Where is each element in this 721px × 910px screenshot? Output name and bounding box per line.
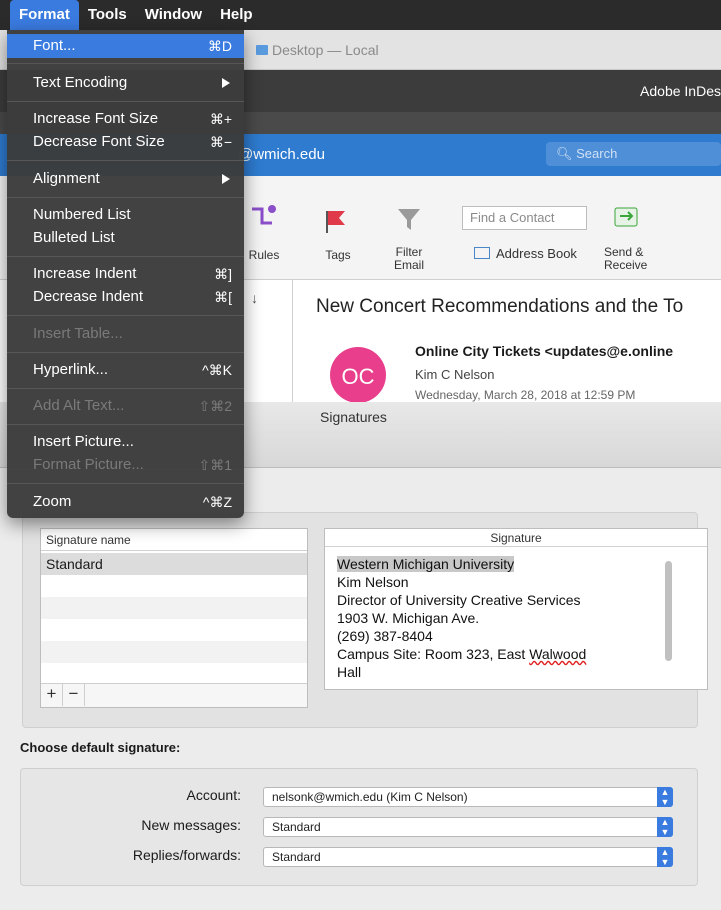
account-select[interactable]: nelsonk@wmich.edu (Kim C Nelson) ▲ ▼ — [263, 787, 673, 807]
chevron-updown-icon: ▲ ▼ — [657, 787, 673, 807]
search-icon: 🔍︎ — [556, 146, 577, 161]
menu-separator — [7, 63, 244, 64]
menu-item-text-encoding[interactable]: Text Encoding — [7, 71, 244, 95]
message-recipient: Kim C Nelson — [415, 367, 495, 382]
menu-item-decrease-font-size[interactable]: Decrease Font Size ⌘− — [7, 130, 244, 154]
menu-separator — [7, 424, 244, 425]
account-label: Account: — [186, 787, 241, 803]
menu-item-increase-font-size[interactable]: Increase Font Size ⌘+ — [7, 107, 244, 131]
rules-icon — [252, 205, 276, 225]
address-book-icon — [474, 247, 490, 259]
signature-line: Campus Site: Room 323, East — [337, 646, 530, 662]
window-title: Signatures — [320, 409, 387, 425]
menu-item-zoom[interactable]: Zoom ^⌘Z — [7, 490, 244, 514]
signature-line: Western Michigan University — [337, 556, 515, 572]
menu-separator — [7, 352, 244, 353]
signature-line: 1903 W. Michigan Ave. — [337, 610, 480, 626]
signature-text[interactable]: Western Michigan University Kim Nelson D… — [337, 555, 667, 681]
default-signature-panel: Account: nelsonk@wmich.edu (Kim C Nelson… — [20, 768, 698, 886]
signature-name-list[interactable]: Signature name Standard + − — [40, 528, 308, 708]
message-subject: New Concert Recommendations and the To — [316, 296, 684, 317]
new-messages-select[interactable]: Standard ▲ ▼ — [263, 817, 673, 837]
list-row-empty — [41, 575, 307, 597]
menu-item-increase-indent[interactable]: Increase Indent ⌘] — [7, 262, 244, 286]
sort-arrow-icon[interactable]: ↓ — [251, 290, 258, 306]
menu-item-insert-table: Insert Table... — [33, 325, 123, 342]
submenu-arrow-icon — [222, 78, 230, 88]
search-input[interactable]: 🔍︎ Search — [546, 142, 721, 166]
folder-icon — [256, 45, 268, 55]
menu-format[interactable]: Format — [10, 0, 79, 30]
signature-header: Signature — [325, 529, 707, 547]
avatar: OC — [330, 347, 386, 403]
menu-help[interactable]: Help — [211, 0, 262, 30]
replies-label: Replies/forwards: — [132, 847, 241, 863]
menu-item-alignment[interactable]: Alignment — [7, 167, 244, 191]
send-receive-icon — [614, 207, 638, 227]
filter-email-button[interactable] — [392, 202, 426, 236]
replies-select[interactable]: Standard ▲ ▼ — [263, 847, 673, 867]
menu-separator — [7, 483, 244, 484]
list-row-empty — [41, 597, 307, 619]
menu-item-font[interactable]: Font... ⌘D — [7, 34, 244, 58]
misspelled-word: Walwood — [529, 646, 587, 662]
remove-signature-button[interactable]: − — [63, 684, 85, 706]
chevron-updown-icon: ▲ ▼ — [657, 847, 673, 867]
menu-separator — [7, 160, 244, 161]
menu-tools[interactable]: Tools — [79, 0, 136, 30]
tags-button[interactable] — [318, 204, 352, 238]
finder-title: Desktop — Local — [256, 42, 379, 58]
signature-line: Hall — [337, 664, 362, 680]
list-buttons: + − — [41, 683, 307, 707]
menu-separator — [7, 101, 244, 102]
address-book-button[interactable]: Address Book — [474, 246, 577, 261]
tags-label: Tags — [325, 248, 351, 262]
menu-separator — [7, 197, 244, 198]
menu-separator — [7, 256, 244, 257]
rules-button[interactable] — [246, 200, 280, 234]
menu-item-numbered-list[interactable]: Numbered List — [7, 203, 244, 227]
menu-item-bulleted-list[interactable]: Bulleted List — [7, 226, 244, 250]
signature-editor[interactable]: Signature Western Michigan University Ki… — [324, 528, 708, 690]
new-messages-label: New messages: — [141, 817, 241, 833]
account-email: @wmich.edu — [238, 146, 325, 163]
send-receive-label: Send & Receive — [604, 245, 648, 272]
indesign-title: Adobe InDes — [640, 83, 721, 99]
menu-item-add-alt-text: Add Alt Text... ⇧⌘2 — [33, 397, 232, 414]
rules-label: Rules — [248, 248, 280, 262]
find-contact-input[interactable]: Find a Contact — [462, 206, 587, 230]
filter-icon — [398, 209, 420, 230]
message-sender: Online City Tickets <updates@e.online — [415, 343, 674, 359]
menu-window[interactable]: Window — [136, 0, 211, 30]
signature-line: (269) 387-8404 — [337, 628, 433, 644]
format-menu: Font... ⌘D Text Encoding Increase Font Si… — [7, 30, 244, 518]
add-signature-button[interactable]: + — [41, 684, 63, 706]
signature-list-item[interactable]: Standard — [41, 553, 307, 575]
list-row-empty — [41, 619, 307, 641]
submenu-arrow-icon — [222, 174, 230, 184]
send-receive-button[interactable] — [610, 200, 644, 234]
filter-email-label: Filter Email — [393, 245, 424, 272]
list-row-empty — [41, 641, 307, 663]
signature-name-header: Signature name — [41, 529, 307, 551]
menu-bar: Format Tools Window Help — [0, 0, 721, 30]
scrollbar[interactable] — [665, 561, 672, 661]
menu-item-format-picture: Format Picture... ⇧⌘1 — [33, 456, 232, 473]
signature-line: Kim Nelson — [337, 574, 409, 590]
chevron-updown-icon: ▲ ▼ — [657, 817, 673, 837]
menu-item-decrease-indent[interactable]: Decrease Indent ⌘[ — [7, 285, 244, 309]
menu-separator — [7, 315, 244, 316]
menu-separator — [7, 388, 244, 389]
menu-item-hyperlink[interactable]: Hyperlink... ^⌘K — [7, 358, 244, 382]
choose-default-label: Choose default signature: — [20, 740, 181, 755]
message-datetime: Wednesday, March 28, 2018 at 12:59 PM — [415, 388, 636, 402]
menu-item-insert-picture[interactable]: Insert Picture... — [7, 430, 244, 454]
flag-icon — [326, 211, 345, 233]
signature-line: Director of University Creative Services — [337, 592, 581, 608]
